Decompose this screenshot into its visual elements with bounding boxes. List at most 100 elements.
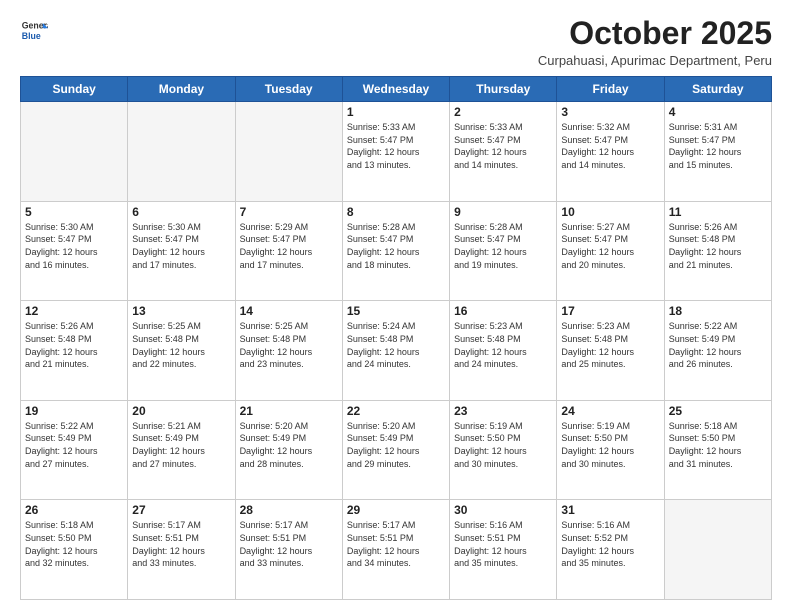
day-number: 16 bbox=[454, 304, 552, 318]
day-number: 4 bbox=[669, 105, 767, 119]
day-number: 31 bbox=[561, 503, 659, 517]
day-number: 22 bbox=[347, 404, 445, 418]
day-number: 2 bbox=[454, 105, 552, 119]
day-number: 14 bbox=[240, 304, 338, 318]
day-info: Sunrise: 5:24 AMSunset: 5:48 PMDaylight:… bbox=[347, 320, 445, 370]
day-info: Sunrise: 5:33 AMSunset: 5:47 PMDaylight:… bbox=[347, 121, 445, 171]
day-cell bbox=[21, 102, 128, 202]
day-info: Sunrise: 5:17 AMSunset: 5:51 PMDaylight:… bbox=[132, 519, 230, 569]
day-info: Sunrise: 5:26 AMSunset: 5:48 PMDaylight:… bbox=[25, 320, 123, 370]
day-info: Sunrise: 5:18 AMSunset: 5:50 PMDaylight:… bbox=[669, 420, 767, 470]
day-cell: 26Sunrise: 5:18 AMSunset: 5:50 PMDayligh… bbox=[21, 500, 128, 600]
location-subtitle: Curpahuasi, Apurimac Department, Peru bbox=[538, 53, 772, 68]
day-info: Sunrise: 5:22 AMSunset: 5:49 PMDaylight:… bbox=[25, 420, 123, 470]
logo: General Blue General Blue bbox=[20, 16, 48, 44]
day-cell: 28 Sunrise: 5:17 AMSunset: 5:51 PMDayligh… bbox=[235, 500, 342, 600]
day-number: 10 bbox=[561, 205, 659, 219]
day-info: Sunrise: 5:22 AMSunset: 5:49 PMDaylight:… bbox=[669, 320, 767, 370]
day-info: Sunrise: 5:18 AMSunset: 5:50 PMDaylight:… bbox=[25, 519, 123, 569]
week-row-1: 1 Sunrise: 5:33 AMSunset: 5:47 PMDaylight… bbox=[21, 102, 772, 202]
day-info: Sunrise: 5:20 AMSunset: 5:49 PMDaylight:… bbox=[347, 420, 445, 470]
day-number: 15 bbox=[347, 304, 445, 318]
day-number: 13 bbox=[132, 304, 230, 318]
day-info: Sunrise: 5:29 AMSunset: 5:47 PMDaylight:… bbox=[240, 221, 338, 271]
day-number: 6 bbox=[132, 205, 230, 219]
day-info: Sunrise: 5:26 AMSunset: 5:48 PMDaylight:… bbox=[669, 221, 767, 271]
day-cell: 14 Sunrise: 5:25 AMSunset: 5:48 PMDayligh… bbox=[235, 301, 342, 401]
day-number: 1 bbox=[347, 105, 445, 119]
header-tuesday: Tuesday bbox=[235, 77, 342, 102]
day-cell bbox=[664, 500, 771, 600]
day-cell: 15 Sunrise: 5:24 AMSunset: 5:48 PMDayligh… bbox=[342, 301, 449, 401]
day-cell: 6 Sunrise: 5:30 AMSunset: 5:47 PMDaylight… bbox=[128, 201, 235, 301]
day-number: 3 bbox=[561, 105, 659, 119]
day-info: Sunrise: 5:19 AMSunset: 5:50 PMDaylight:… bbox=[454, 420, 552, 470]
day-info: Sunrise: 5:17 AMSunset: 5:51 PMDaylight:… bbox=[347, 519, 445, 569]
day-number: 30 bbox=[454, 503, 552, 517]
calendar-table: Sunday Monday Tuesday Wednesday Thursday… bbox=[20, 76, 772, 600]
day-cell: 29Sunrise: 5:17 AMSunset: 5:51 PMDayligh… bbox=[342, 500, 449, 600]
day-cell: 4 Sunrise: 5:31 AMSunset: 5:47 PMDaylight… bbox=[664, 102, 771, 202]
week-row-2: 5 Sunrise: 5:30 AMSunset: 5:47 PMDaylight… bbox=[21, 201, 772, 301]
day-cell: 9 Sunrise: 5:28 AMSunset: 5:47 PMDaylight… bbox=[450, 201, 557, 301]
day-info: Sunrise: 5:25 AMSunset: 5:48 PMDaylight:… bbox=[240, 320, 338, 370]
day-info: Sunrise: 5:25 AMSunset: 5:48 PMDaylight:… bbox=[132, 320, 230, 370]
header-monday: Monday bbox=[128, 77, 235, 102]
day-cell: 21 Sunrise: 5:20 AMSunset: 5:49 PMDayligh… bbox=[235, 400, 342, 500]
day-number: 12 bbox=[25, 304, 123, 318]
day-info: Sunrise: 5:17 AMSunset: 5:51 PMDaylight:… bbox=[240, 519, 338, 569]
day-number: 8 bbox=[347, 205, 445, 219]
day-cell: 17Sunrise: 5:23 AMSunset: 5:48 PMDayligh… bbox=[557, 301, 664, 401]
month-title: October 2025 bbox=[538, 16, 772, 51]
header-saturday: Saturday bbox=[664, 77, 771, 102]
day-info: Sunrise: 5:28 AMSunset: 5:47 PMDaylight:… bbox=[454, 221, 552, 271]
day-number: 21 bbox=[240, 404, 338, 418]
weekday-header-row: Sunday Monday Tuesday Wednesday Thursday… bbox=[21, 77, 772, 102]
page: General Blue General Blue October 2025 C… bbox=[0, 0, 792, 612]
day-cell: 22 Sunrise: 5:20 AMSunset: 5:49 PMDayligh… bbox=[342, 400, 449, 500]
day-cell: 30 Sunrise: 5:16 AMSunset: 5:51 PMDayligh… bbox=[450, 500, 557, 600]
day-number: 28 bbox=[240, 503, 338, 517]
day-cell bbox=[128, 102, 235, 202]
day-number: 18 bbox=[669, 304, 767, 318]
logo-icon: General Blue bbox=[20, 16, 48, 44]
day-info: Sunrise: 5:21 AMSunset: 5:49 PMDaylight:… bbox=[132, 420, 230, 470]
title-block: October 2025 Curpahuasi, Apurimac Depart… bbox=[538, 16, 772, 68]
day-info: Sunrise: 5:28 AMSunset: 5:47 PMDaylight:… bbox=[347, 221, 445, 271]
day-info: Sunrise: 5:31 AMSunset: 5:47 PMDaylight:… bbox=[669, 121, 767, 171]
day-cell: 19Sunrise: 5:22 AMSunset: 5:49 PMDayligh… bbox=[21, 400, 128, 500]
day-cell: 13 Sunrise: 5:25 AMSunset: 5:48 PMDayligh… bbox=[128, 301, 235, 401]
day-number: 7 bbox=[240, 205, 338, 219]
day-info: Sunrise: 5:27 AMSunset: 5:47 PMDaylight:… bbox=[561, 221, 659, 271]
day-cell: 18 Sunrise: 5:22 AMSunset: 5:49 PMDayligh… bbox=[664, 301, 771, 401]
header-friday: Friday bbox=[557, 77, 664, 102]
header: General Blue General Blue October 2025 C… bbox=[20, 16, 772, 68]
day-info: Sunrise: 5:30 AMSunset: 5:47 PMDaylight:… bbox=[25, 221, 123, 271]
day-info: Sunrise: 5:32 AMSunset: 5:47 PMDaylight:… bbox=[561, 121, 659, 171]
day-cell: 25 Sunrise: 5:18 AMSunset: 5:50 PMDayligh… bbox=[664, 400, 771, 500]
day-number: 25 bbox=[669, 404, 767, 418]
day-info: Sunrise: 5:16 AMSunset: 5:51 PMDaylight:… bbox=[454, 519, 552, 569]
day-number: 17 bbox=[561, 304, 659, 318]
day-info: Sunrise: 5:19 AMSunset: 5:50 PMDaylight:… bbox=[561, 420, 659, 470]
day-cell: 12 Sunrise: 5:26 AMSunset: 5:48 PMDayligh… bbox=[21, 301, 128, 401]
svg-text:Blue: Blue bbox=[22, 31, 41, 41]
day-number: 5 bbox=[25, 205, 123, 219]
day-info: Sunrise: 5:20 AMSunset: 5:49 PMDaylight:… bbox=[240, 420, 338, 470]
day-cell: 2 Sunrise: 5:33 AMSunset: 5:47 PMDaylight… bbox=[450, 102, 557, 202]
day-number: 9 bbox=[454, 205, 552, 219]
header-sunday: Sunday bbox=[21, 77, 128, 102]
day-cell: 5 Sunrise: 5:30 AMSunset: 5:47 PMDaylight… bbox=[21, 201, 128, 301]
day-info: Sunrise: 5:33 AMSunset: 5:47 PMDaylight:… bbox=[454, 121, 552, 171]
day-info: Sunrise: 5:16 AMSunset: 5:52 PMDaylight:… bbox=[561, 519, 659, 569]
day-number: 24 bbox=[561, 404, 659, 418]
day-cell: 8 Sunrise: 5:28 AMSunset: 5:47 PMDaylight… bbox=[342, 201, 449, 301]
day-number: 20 bbox=[132, 404, 230, 418]
day-cell: 1 Sunrise: 5:33 AMSunset: 5:47 PMDaylight… bbox=[342, 102, 449, 202]
day-cell: 24 Sunrise: 5:19 AMSunset: 5:50 PMDayligh… bbox=[557, 400, 664, 500]
day-number: 23 bbox=[454, 404, 552, 418]
day-cell: 27Sunrise: 5:17 AMSunset: 5:51 PMDayligh… bbox=[128, 500, 235, 600]
day-cell: 31 Sunrise: 5:16 AMSunset: 5:52 PMDayligh… bbox=[557, 500, 664, 600]
day-cell: 11Sunrise: 5:26 AMSunset: 5:48 PMDayligh… bbox=[664, 201, 771, 301]
day-info: Sunrise: 5:30 AMSunset: 5:47 PMDaylight:… bbox=[132, 221, 230, 271]
